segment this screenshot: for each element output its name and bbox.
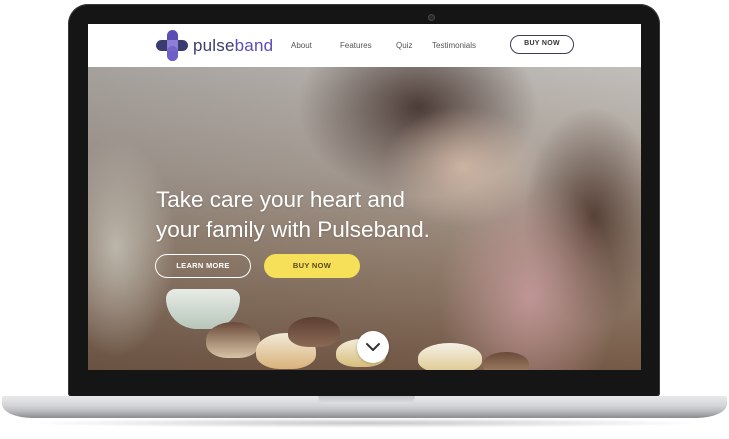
nav-link-testimonials[interactable]: Testimonials — [432, 41, 476, 50]
logo-text-pulse: pulse — [193, 35, 235, 55]
camera-icon — [428, 14, 435, 21]
navbar: pulseband About Features Quiz Testimonia… — [88, 24, 641, 67]
hero-title-line-2: your family with Pulseband. — [156, 217, 430, 242]
learn-more-button[interactable]: LEARN MORE — [155, 254, 251, 278]
nav-link-about[interactable]: About — [291, 41, 312, 50]
hero-title: Take care your heart and your family wit… — [156, 185, 456, 245]
hero-buy-now-button[interactable]: BUY NOW — [264, 254, 360, 278]
cupcake-image — [418, 343, 482, 370]
logo-text: pulseband — [193, 36, 273, 56]
nav-link-quiz[interactable]: Quiz — [396, 41, 412, 50]
plus-logo-icon — [156, 30, 188, 61]
laptop-screen: pulseband About Features Quiz Testimonia… — [88, 24, 641, 370]
nav-link-features[interactable]: Features — [340, 41, 372, 50]
laptop-shadow — [20, 418, 710, 428]
laptop-notch — [318, 396, 415, 404]
hero-title-line-1: Take care your heart and — [156, 187, 405, 212]
chevron-down-icon — [366, 343, 380, 351]
nav-buy-now-button[interactable]: BUY NOW — [510, 35, 574, 54]
laptop-base — [2, 396, 727, 418]
logo[interactable]: pulseband — [156, 30, 273, 61]
logo-text-band: band — [234, 35, 274, 55]
cupcake-image — [206, 322, 260, 358]
cupcake-image — [483, 352, 529, 370]
cupcake-image — [288, 317, 340, 347]
scroll-down-button[interactable] — [357, 331, 389, 363]
hero-section: Take care your heart and your family wit… — [88, 67, 641, 370]
